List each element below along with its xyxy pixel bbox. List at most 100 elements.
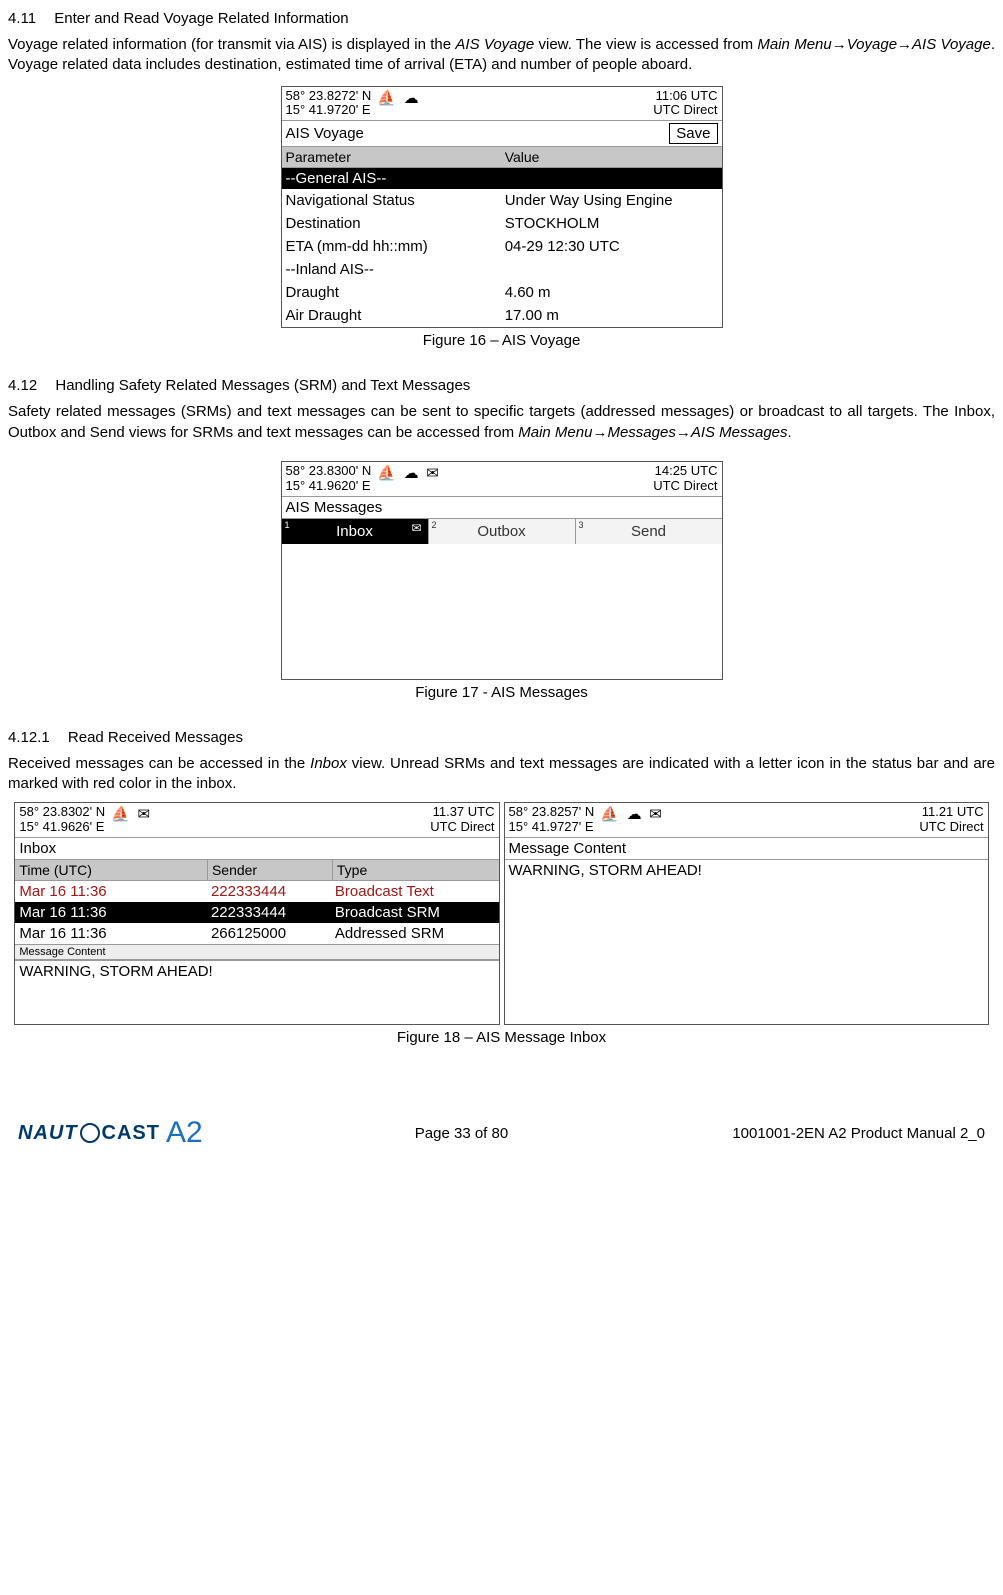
- fig18r-time: 11.21 UTC: [919, 805, 983, 820]
- msg-content-text: WARNING, STORM AHEAD!: [15, 960, 498, 1013]
- fig18l-lat: 58° 23.8302' N: [19, 805, 105, 820]
- fig18l-mode: UTC Direct: [430, 820, 494, 835]
- fig16-rows: Navigational StatusUnder Way Using Engin…: [282, 189, 722, 327]
- heading-title: Read Received Messages: [68, 729, 243, 746]
- param-cell: Draught: [282, 282, 501, 303]
- table-row[interactable]: --Inland AIS--: [282, 258, 722, 281]
- fig18l-header: Time (UTC) Sender Type: [15, 859, 498, 881]
- fig18r-statusbar: 58° 23.8257' N 15° 41.9727' E ⛵ ☁ ✉ 11.2…: [505, 803, 988, 838]
- save-button[interactable]: Save: [669, 123, 717, 144]
- fig16-hdr-param: Parameter: [282, 147, 501, 167]
- heading-num: 4.12.1: [8, 729, 50, 746]
- fig16-time: 11:06 UTC: [653, 89, 717, 104]
- logo-badge-icon: [80, 1123, 100, 1143]
- fig16-group-row[interactable]: --General AIS--: [282, 168, 722, 189]
- heading-4-11: 4.11 Enter and Read Voyage Related Infor…: [8, 10, 995, 27]
- boat-icon: ⛵: [377, 90, 396, 107]
- mail-icon: ✉: [137, 806, 150, 823]
- param-cell: Air Draught: [282, 305, 501, 326]
- doc-id: 1001001-2EN A2 Product Manual 2_0: [685, 1125, 985, 1142]
- heading-num: 4.11: [8, 10, 36, 27]
- value-cell: STOCKHOLM: [501, 213, 738, 234]
- fig16-caption: Figure 16 – AIS Voyage: [8, 332, 995, 349]
- fig17-lon: 15° 41.9620' E: [286, 479, 372, 494]
- param-cell: Destination: [282, 213, 501, 234]
- fig18l-title: Inbox: [19, 840, 494, 857]
- mail-icon: ✉: [411, 521, 421, 535]
- fig17-time: 14:25 UTC: [653, 464, 717, 479]
- cloud-icon: ☁: [627, 806, 642, 823]
- tab-send[interactable]: 3Send: [576, 519, 722, 544]
- fig17-statusbar: 58° 23.8300' N 15° 41.9620' E ⛵ ☁ ✉ 14:2…: [282, 462, 722, 497]
- para-4-12: Safety related messages (SRMs) and text …: [8, 402, 995, 443]
- logo-a2: A2: [166, 1116, 203, 1150]
- para-4-11: Voyage related information (for transmit…: [8, 35, 995, 76]
- brand-logo: NAUT CAST A2: [18, 1116, 238, 1150]
- value-cell: Under Way Using Engine: [501, 190, 738, 211]
- heading-title: Enter and Read Voyage Related Informatio…: [54, 10, 348, 27]
- mail-icon: ✉: [649, 806, 662, 823]
- heading-4-12: 4.12 Handling Safety Related Messages (S…: [8, 377, 995, 394]
- param-cell: --Inland AIS--: [282, 259, 501, 280]
- table-row[interactable]: Air Draught17.00 m: [282, 304, 722, 327]
- fig18-left-device: 58° 23.8302' N 15° 41.9626' E ⛵ ✉ 11.37 …: [14, 802, 499, 1025]
- hdr-time: Time (UTC): [15, 860, 208, 880]
- fig18l-lon: 15° 41.9626' E: [19, 820, 105, 835]
- page-number: Page 33 of 80: [238, 1125, 685, 1142]
- fig18r-lat: 58° 23.8257' N: [509, 805, 595, 820]
- fig17-device: 58° 23.8300' N 15° 41.9620' E ⛵ ☁ ✉ 14:2…: [281, 461, 723, 680]
- fig16-hdr-value: Value: [501, 147, 738, 167]
- logo-naut: NAUT: [18, 1122, 78, 1145]
- fig16-title: AIS Voyage: [286, 125, 670, 142]
- fig18-right-device: 58° 23.8257' N 15° 41.9727' E ⛵ ☁ ✉ 11.2…: [504, 802, 989, 1025]
- table-row[interactable]: Navigational StatusUnder Way Using Engin…: [282, 189, 722, 212]
- fig17-mode: UTC Direct: [653, 479, 717, 494]
- fig18l-statusbar: 58° 23.8302' N 15° 41.9626' E ⛵ ✉ 11.37 …: [15, 803, 498, 838]
- table-row[interactable]: DestinationSTOCKHOLM: [282, 212, 722, 235]
- page-footer: NAUT CAST A2 Page 33 of 80 1001001-2EN A…: [8, 1116, 995, 1150]
- fig16-lat: 58° 23.8272' N: [286, 89, 372, 104]
- fig17-lat: 58° 23.8300' N: [286, 464, 372, 479]
- fig17-tabs: 1Inbox✉2Outbox3Send: [282, 518, 722, 544]
- heading-title: Handling Safety Related Messages (SRM) a…: [55, 377, 470, 394]
- value-cell: 4.60 m: [501, 282, 738, 303]
- fig16-device: 58° 23.8272' N 15° 41.9720' E ⛵ ☁ 11:06 …: [281, 86, 723, 329]
- boat-icon: ⛵: [600, 806, 619, 823]
- inbox-row[interactable]: Mar 16 11:36222333444Broadcast SRM: [15, 902, 498, 923]
- heading-4-12-1: 4.12.1 Read Received Messages: [8, 729, 995, 746]
- tab-label: Outbox: [477, 523, 525, 540]
- cloud-icon: ☁: [404, 465, 419, 482]
- msg-content-label: Message Content: [15, 944, 498, 960]
- value-cell: 04-29 12:30 UTC: [501, 236, 738, 257]
- inbox-row[interactable]: Mar 16 11:36222333444Broadcast Text: [15, 881, 498, 902]
- value-cell: 17.00 m: [501, 305, 738, 326]
- fig17-caption: Figure 17 - AIS Messages: [8, 684, 995, 701]
- heading-num: 4.12: [8, 377, 37, 394]
- param-cell: ETA (mm-dd hh::mm): [282, 236, 501, 257]
- mail-icon: ✉: [426, 465, 439, 482]
- boat-icon: ⛵: [111, 806, 130, 823]
- fig17-body: [282, 544, 722, 679]
- fig18l-time: 11.37 UTC: [430, 805, 494, 820]
- tab-inbox[interactable]: 1Inbox✉: [282, 519, 429, 544]
- cloud-icon: ☁: [404, 90, 419, 107]
- fig16-mode: UTC Direct: [653, 103, 717, 118]
- fig18r-lon: 15° 41.9727' E: [509, 820, 595, 835]
- fig18r-mode: UTC Direct: [919, 820, 983, 835]
- boat-icon: ⛵: [377, 465, 396, 482]
- fig16-table-header: Parameter Value: [282, 146, 722, 168]
- tab-label: Inbox: [336, 523, 373, 540]
- fig16-lon: 15° 41.9720' E: [286, 103, 372, 118]
- value-cell: [501, 259, 738, 280]
- fig18r-title: Message Content: [505, 838, 988, 859]
- fig18r-text: WARNING, STORM AHEAD!: [505, 859, 988, 1024]
- para-4-12-1: Received messages can be accessed in the…: [8, 754, 995, 795]
- fig16-statusbar: 58° 23.8272' N 15° 41.9720' E ⛵ ☁ 11:06 …: [282, 87, 722, 122]
- table-row[interactable]: ETA (mm-dd hh::mm)04-29 12:30 UTC: [282, 235, 722, 258]
- hdr-sender: Sender: [208, 860, 333, 880]
- table-row[interactable]: Draught4.60 m: [282, 281, 722, 304]
- tab-outbox[interactable]: 2Outbox: [429, 519, 576, 544]
- param-cell: Navigational Status: [282, 190, 501, 211]
- fig17-title: AIS Messages: [286, 499, 718, 516]
- inbox-row[interactable]: Mar 16 11:36266125000Addressed SRM: [15, 923, 498, 944]
